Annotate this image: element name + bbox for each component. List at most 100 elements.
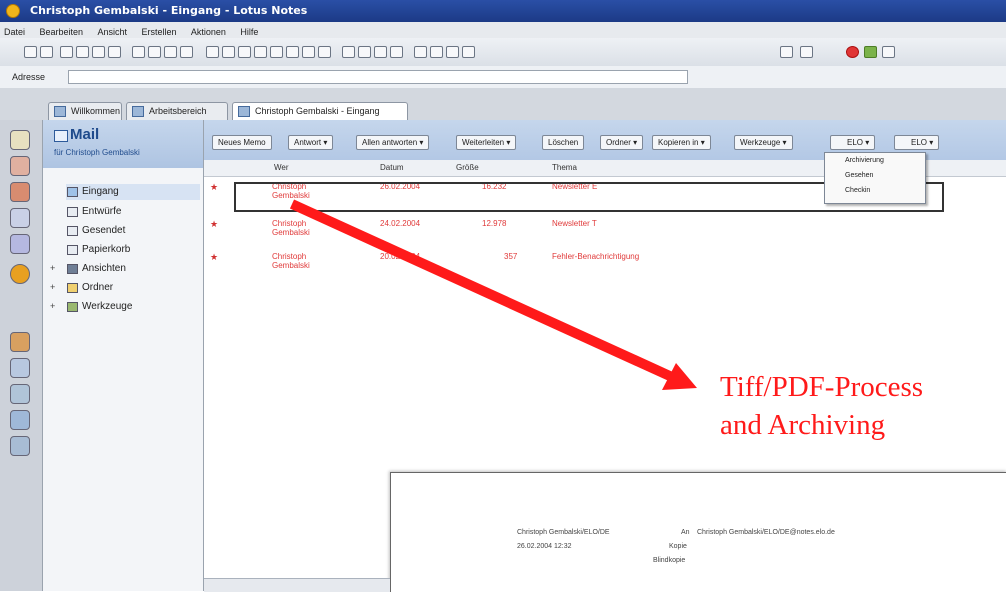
bookmark-todo-icon[interactable] [10,234,30,254]
tab-label: Willkommen [71,106,121,116]
address-input[interactable] [68,70,688,84]
nav-item-gesendet[interactable]: Gesendet [82,225,125,236]
new-memo-button[interactable]: Neues Memo [212,135,272,150]
reply-icon[interactable] [92,46,105,58]
annotation-line-2: and Archiving [720,409,886,441]
nav-item-ansichten[interactable]: Ansichten [82,263,126,274]
forward-mail-icon[interactable] [108,46,121,58]
tools-button[interactable]: Werkzeuge ▾ [734,135,793,150]
bookmark-tools-icon[interactable] [10,436,30,456]
menu-item-archivierung[interactable]: Archivierung [845,157,884,164]
nav-item-papierkorb[interactable]: Papierkorb [82,244,130,255]
nav-item-werkzeuge[interactable]: Werkzeuge [82,301,132,312]
nav-item-ordner[interactable]: Ordner [82,282,113,293]
col-subject[interactable]: Thema [552,163,577,172]
cut-icon[interactable] [132,46,145,58]
align-center-icon[interactable] [270,46,283,58]
elo-button-2[interactable]: ELO ▾ [894,135,940,150]
window-title: Christoph Gembalski - Eingang - Lotus No… [30,4,308,17]
binoculars-icon[interactable] [430,46,443,58]
stop-icon[interactable] [846,46,859,58]
col-size[interactable]: Größe [456,163,479,172]
expand-werkzeuge-icon[interactable]: + [50,301,55,311]
col-from[interactable]: Wer [274,163,289,172]
tab-arbeitsbereich[interactable]: Arbeitsbereich [126,102,228,120]
underline-icon[interactable] [238,46,251,58]
bookmark-mail-icon[interactable] [10,156,30,176]
italic-icon[interactable] [222,46,235,58]
nav-back-icon[interactable] [780,46,793,58]
bookmark-bar [0,120,43,591]
outdent-icon[interactable] [358,46,371,58]
menu-item-checkin[interactable]: Checkin [845,187,870,194]
link-icon[interactable] [390,46,403,58]
zoom-icon[interactable] [446,46,459,58]
align-right-icon[interactable] [286,46,299,58]
bold-icon[interactable] [206,46,219,58]
nav-item-entwuerfe[interactable]: Entwürfe [82,206,121,217]
grid-icon[interactable] [462,46,475,58]
menu-hilfe[interactable]: Hilfe [240,27,258,37]
tab-label: Christoph Gembalski - Eingang [255,106,380,116]
elo-button[interactable]: ELO ▾ [830,135,876,150]
forward-icon[interactable] [40,46,53,58]
document-preview: Christoph Gembalski/ELO/DE 26.02.2004 12… [390,472,1006,592]
tab-willkommen[interactable]: Willkommen [48,102,122,120]
expand-ordner-icon[interactable]: + [50,282,55,292]
reply-all-button[interactable]: Allen antworten ▾ [356,135,430,150]
bullets-icon[interactable] [302,46,315,58]
bookmark-home-icon[interactable] [10,130,30,150]
nav-item-eingang[interactable]: Eingang [66,184,200,200]
bookmark-contacts-icon[interactable] [10,208,30,228]
unread-star-icon: ★ [210,252,219,262]
table-row[interactable]: Christoph Gembalski 20.02.2004 357 Fehle… [204,252,1006,286]
folder-icon [67,283,78,293]
search-icon[interactable] [882,46,895,58]
refresh-icon[interactable] [864,46,877,58]
sent-icon [67,226,78,236]
row-subject: Fehler-Benachrichtigung [552,252,640,261]
menu-datei[interactable]: Datei [4,27,25,37]
row-from: Christoph Gembalski [272,252,310,270]
print-icon[interactable] [180,46,193,58]
table-icon[interactable] [414,46,427,58]
address-label: Adresse [12,72,46,82]
menu-bearbeiten[interactable]: Bearbeiten [39,27,83,37]
mail-icon [54,130,68,142]
menu-erstellen[interactable]: Erstellen [141,27,176,37]
horizontal-scrollbar[interactable] [204,578,390,592]
new-icon[interactable] [60,46,73,58]
nav-forward-icon[interactable] [800,46,813,58]
numbering-icon[interactable] [318,46,331,58]
nav-title[interactable]: Mail [70,126,99,143]
align-left-icon[interactable] [254,46,267,58]
copy-to-button[interactable]: Kopieren in ▾ [652,135,711,150]
folder-button[interactable]: Ordner ▾ [600,135,644,150]
bookmark-more-icon[interactable] [10,384,30,404]
inbox-icon [67,187,78,197]
paste-icon[interactable] [164,46,177,58]
edit-icon[interactable] [76,46,89,58]
bookmark-favorites-icon[interactable] [10,332,30,352]
menu-ansicht[interactable]: Ansicht [97,27,127,37]
table-row[interactable]: Christoph Gembalski 24.02.2004 12.978 Ne… [204,219,1006,253]
menu-aktionen[interactable]: Aktionen [191,27,226,37]
menu-item-gesehen[interactable]: Gesehen [845,172,873,179]
delete-button[interactable]: Löschen [542,135,585,150]
attach-icon[interactable] [374,46,387,58]
copy-icon[interactable] [148,46,161,58]
back-icon[interactable] [24,46,37,58]
col-date[interactable]: Datum [380,163,404,172]
bookmark-apps-icon[interactable] [10,410,30,430]
bookmark-databases-icon[interactable] [10,358,30,378]
reply-button[interactable]: Antwort ▾ [288,135,334,150]
tab-eingang[interactable]: Christoph Gembalski - Eingang [232,102,408,120]
bookmark-calendar-icon[interactable] [10,182,30,202]
preview-datetime: 26.02.2004 12:32 [517,543,572,550]
forward-button[interactable]: Weiterleiten ▾ [456,135,517,150]
bookmark-replicator-icon[interactable] [10,264,30,284]
expand-ansichten-icon[interactable]: + [50,263,55,273]
indent-icon[interactable] [342,46,355,58]
row-date: 20.02.2004 [380,252,421,261]
mail-tab-icon [238,106,250,117]
